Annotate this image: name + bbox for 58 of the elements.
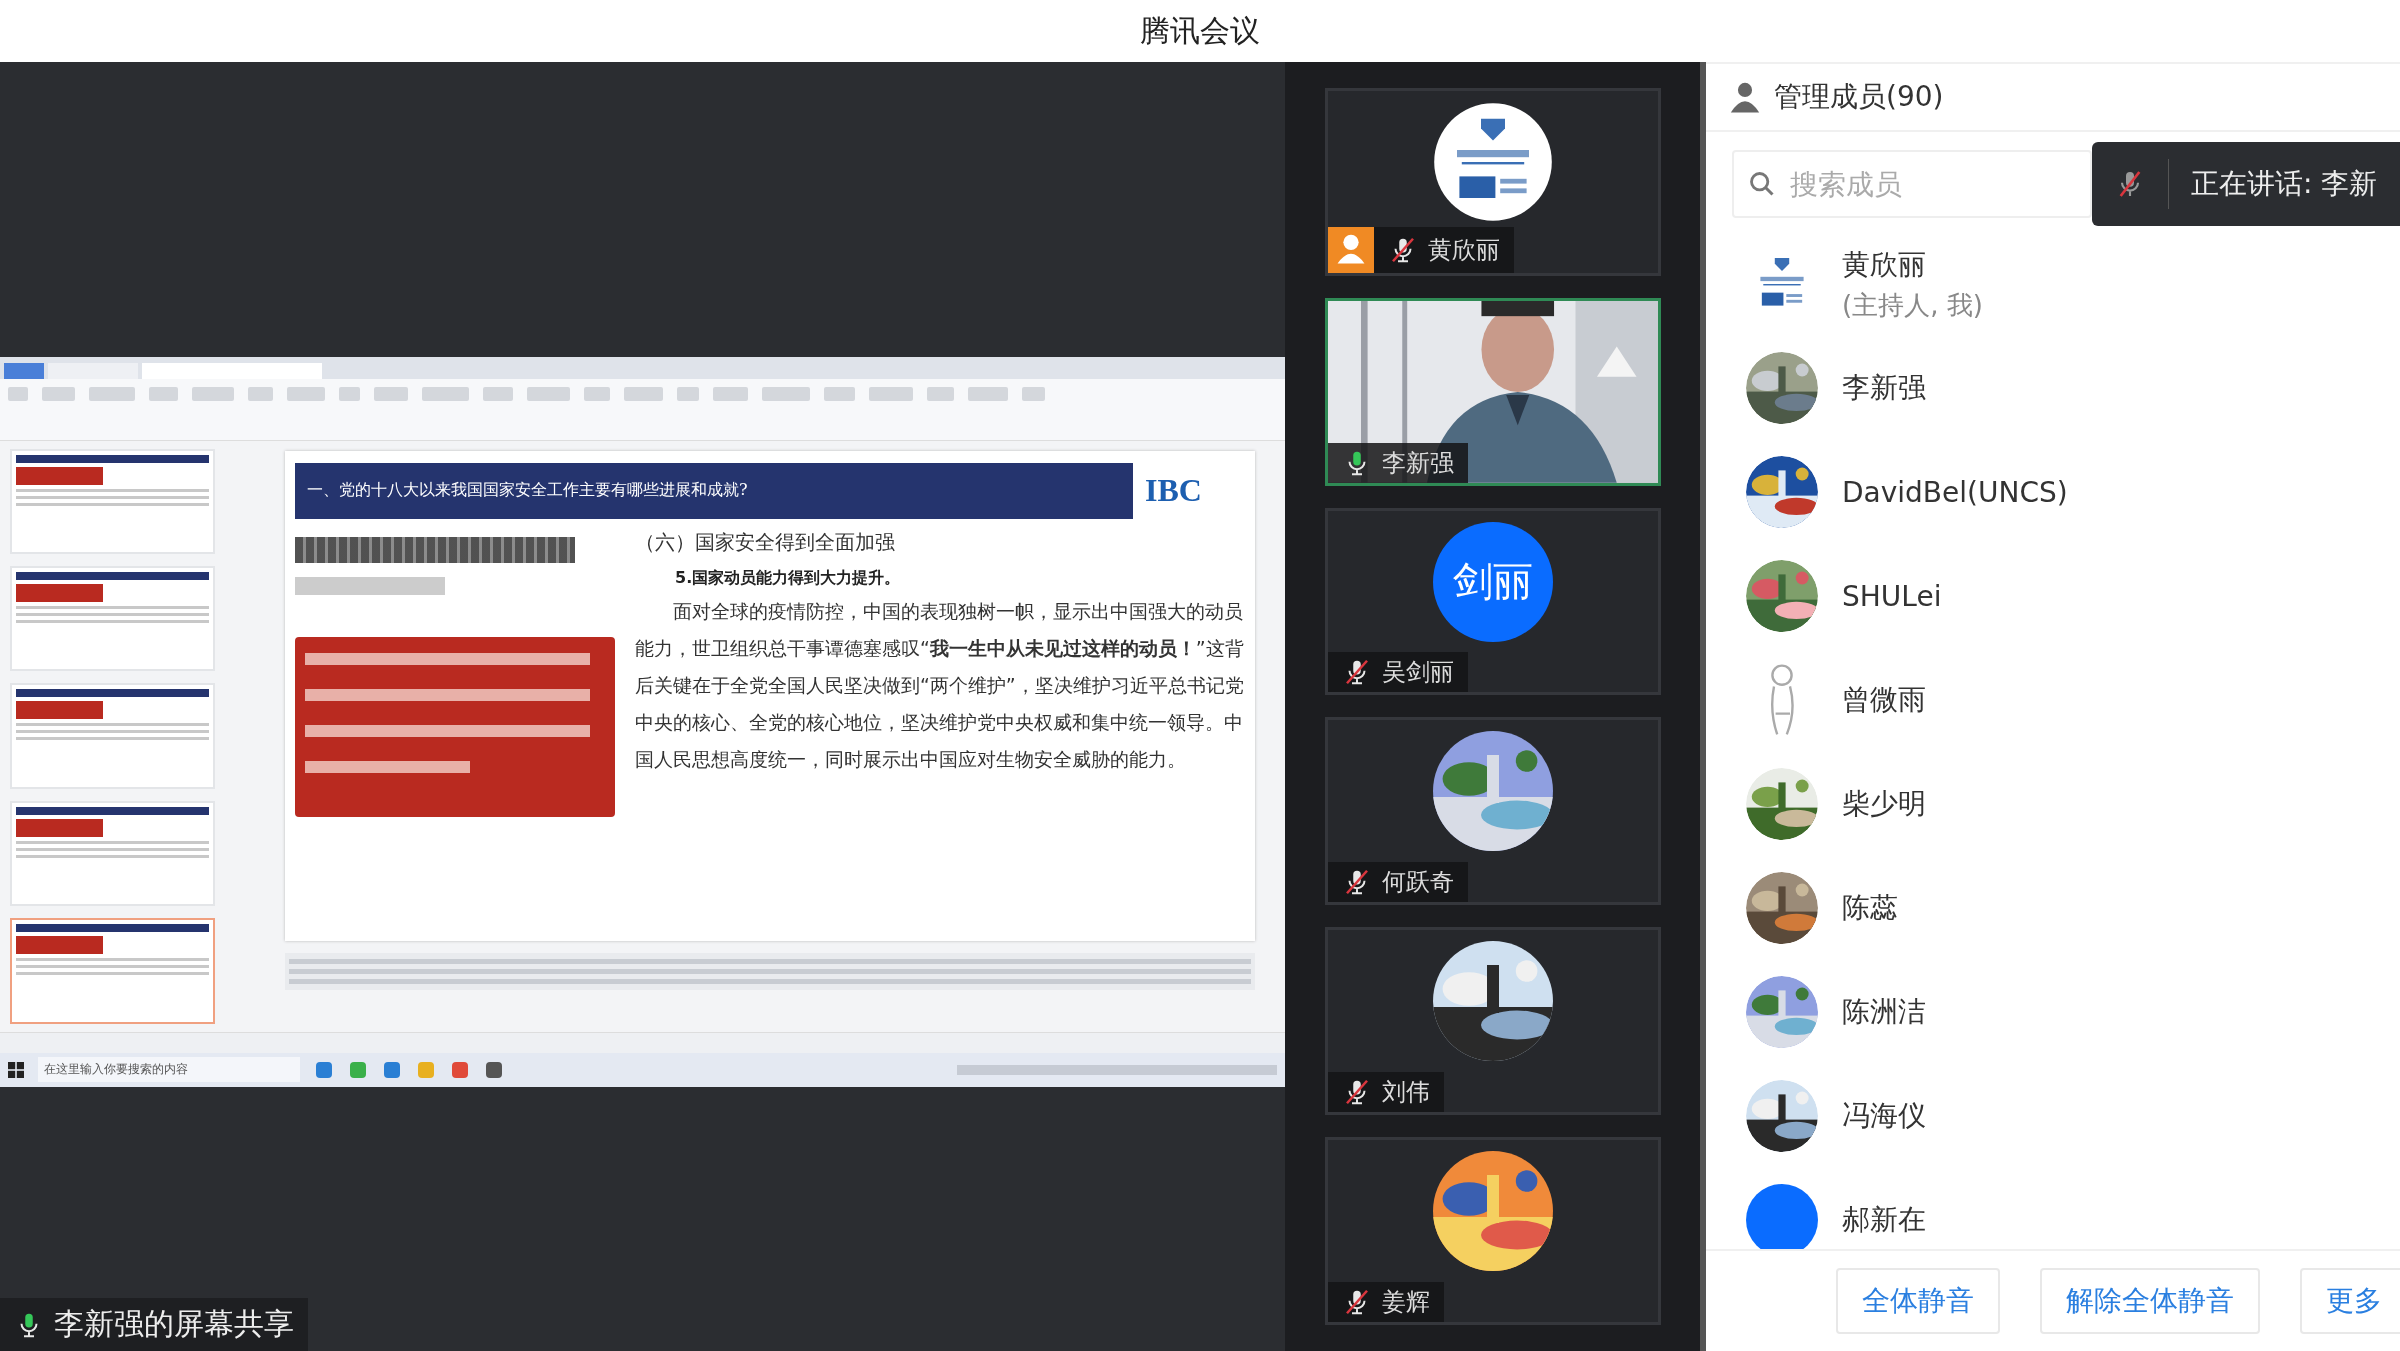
taskbar-search-field[interactable]: 在这里输入你要搜索的内容	[38, 1057, 300, 1082]
slide-logo: IBC	[1145, 472, 1203, 509]
video-tile[interactable]: 李新强	[1324, 297, 1661, 486]
slide-subheading: 5.国家动员能力得到大力提升。	[675, 567, 902, 589]
taskbar-app-icon[interactable]	[450, 1059, 470, 1080]
member-item[interactable]: 黄欣丽 (主持人, 我)	[1746, 248, 2400, 320]
video-tile[interactable]: 剑丽 吴剑丽	[1324, 507, 1661, 696]
member-name: DavidBel(UNCS)	[1842, 475, 2068, 509]
participant-name: 吴剑丽	[1381, 657, 1454, 689]
slide-thumbnail[interactable]	[10, 918, 215, 1024]
windows-start-icon	[8, 1061, 24, 1078]
member-name: 黄欣丽	[1842, 246, 1927, 283]
member-name: 李新强	[1842, 370, 1926, 406]
member-name: 柴少明	[1842, 786, 1926, 822]
member-item[interactable]: DavidBel(UNCS)	[1746, 456, 2400, 528]
participant-name: 刘伟	[1381, 1077, 1430, 1109]
member-item[interactable]: 柴少明	[1746, 768, 2400, 840]
speaking-text: 正在讲话: 李新	[2191, 166, 2378, 202]
slide-heading: （六）国家安全得到全面加强	[635, 528, 896, 556]
participant-name: 黄欣丽	[1427, 234, 1500, 266]
member-item[interactable]: 陈洲洁	[1746, 976, 2400, 1048]
university-logo-icon	[1432, 101, 1553, 222]
panel-button[interactable]: 更多	[2300, 1268, 2400, 1334]
sketch-figure-icon	[1769, 664, 1795, 736]
person-icon	[1728, 80, 1762, 114]
video-tile[interactable]: 黄欣丽	[1324, 88, 1661, 276]
search-field[interactable]: 搜索成员	[1732, 150, 2092, 218]
video-tile[interactable]: 姜辉	[1324, 1137, 1661, 1325]
member-name: 陈洲洁	[1842, 994, 1926, 1030]
participant-name: 姜辉	[1381, 1286, 1430, 1318]
member-item[interactable]: 冯海仪	[1746, 1080, 2400, 1152]
slide-header-bar: 一、党的十八大以来我国国家安全工作主要有哪些进展和成就?	[295, 462, 1133, 519]
member-item[interactable]: SHULei	[1746, 560, 2400, 632]
panel-title: 管理成员(90)	[1774, 79, 1944, 115]
participant-name: 何跃奇	[1381, 867, 1454, 899]
window-title: 腾讯会议	[1140, 11, 1260, 50]
slide-paragraph: 面对全球的疫情防控，中国的表现独树一帜，显示出中国强大的动员能力，世卫组织总干事谭德塞感叹“我一生中从未见过这样的动员！”这背后关键在于全党全国人民坚决做到“两个维护”，坚决维护习近平总书记党中央的核心、全党的核心地位，坚决维护党中央权威和集中统一领导。中国人民思想高度统一，同时展示出中国应对生物安全威胁的能力。	[635, 598, 1245, 772]
member-name: 陈蕊	[1842, 890, 1898, 926]
participant-name: 李新强	[1381, 447, 1454, 479]
video-tile[interactable]: 何跃奇	[1324, 717, 1661, 906]
search-icon	[1748, 170, 1776, 198]
taskbar-app-icon[interactable]	[314, 1059, 334, 1080]
screen-share-name: 李新强的屏幕共享	[54, 1305, 294, 1343]
member-name: SHULei	[1842, 579, 1942, 613]
member-name: 郝新在	[1842, 1202, 1926, 1238]
initials-avatar: 剑丽	[1432, 521, 1553, 642]
video-tile[interactable]: 刘伟	[1324, 927, 1661, 1116]
member-name: 冯海仪	[1842, 1098, 1926, 1134]
member-item[interactable]: 郝新在	[1746, 1184, 2400, 1249]
panel-button[interactable]: 全体静音	[1836, 1268, 2000, 1334]
member-item[interactable]: 陈蕊	[1746, 872, 2400, 944]
member-role: (主持人, 我)	[1842, 288, 1983, 322]
member-name: 曾微雨	[1842, 682, 1926, 718]
panel-button[interactable]: 解除全体静音	[2040, 1268, 2260, 1334]
taskbar-app-icon[interactable]	[382, 1059, 402, 1080]
taskbar-app-icon[interactable]	[484, 1059, 504, 1080]
member-item[interactable]: 李新强	[1746, 352, 2400, 424]
member-item[interactable]: 曾微雨	[1746, 664, 2400, 736]
